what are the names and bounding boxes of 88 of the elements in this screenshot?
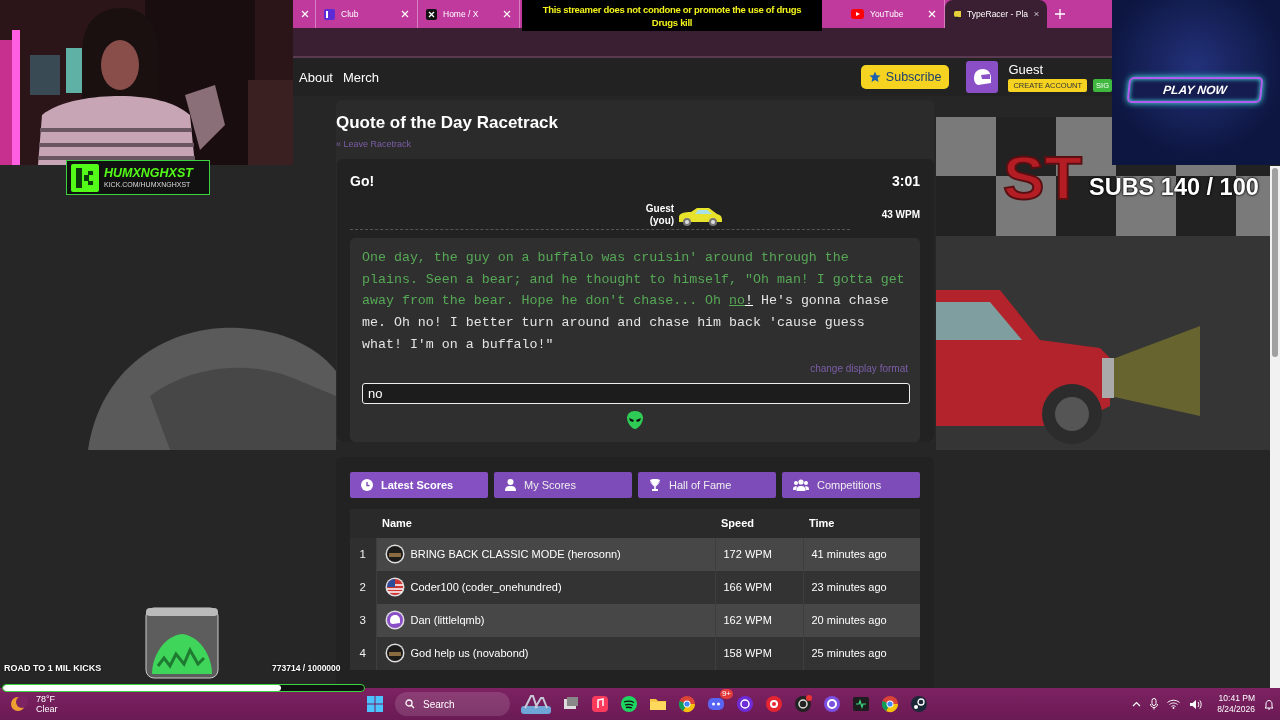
disclaimer-text: Drugs kill [651, 15, 693, 29]
quote-text: One day, the guy on a buffalo was cruisin' around through the plains. Seen a bear; and he thought to himself, "Oh man! I gotta get away from the bear. Hope he don't chase... Oh no! He's gonna chase me. Oh no! I better turn around and chase him back 'cause guess what! I'm on a buffalo!" [362, 249, 906, 354]
browser-tab[interactable]: TypeRacer - Pla [945, 0, 1047, 28]
scores-tab[interactable]: Latest Scores [350, 471, 488, 498]
play-icon [851, 9, 864, 19]
goal-count: 773714 / 1000000 [272, 663, 341, 673]
group-icon [793, 478, 809, 491]
goal-label: ROAD TO 1 MIL KICKS [4, 663, 102, 673]
sound-waves-icon[interactable] [620, 695, 638, 713]
chevron-up-icon[interactable] [1132, 701, 1142, 707]
x-mark-icon [426, 8, 437, 20]
typing-field[interactable]: no [362, 382, 910, 404]
clock-icon [361, 478, 373, 491]
flag-icon [384, 577, 405, 597]
person-icon [505, 478, 516, 491]
chat-icon[interactable] [707, 695, 725, 713]
clock[interactable]: 10:41 PM 8/24/2026 [1217, 693, 1255, 715]
terminal-icon[interactable] [852, 695, 870, 713]
time-cell: 25 minutes ago [803, 636, 920, 670]
scores-tab[interactable]: My Scores [494, 471, 632, 498]
subscribe-button[interactable]: Subscribe [860, 65, 950, 89]
race-timer: 3:01 [891, 173, 920, 189]
weather-temperature: 78°F [36, 694, 57, 704]
rank-cell: 4 [350, 636, 376, 670]
scores-tab[interactable]: Competitions [782, 471, 920, 498]
search-field[interactable]: Search [395, 692, 510, 716]
time-cell: 23 minutes ago [803, 570, 920, 604]
page-title: Quote of the Day Racetrack [336, 113, 559, 133]
player-name[interactable]: God help us (novabond) [410, 647, 529, 659]
steam-icon[interactable] [910, 695, 928, 713]
avatar-icon [384, 643, 405, 663]
avatar-icon [384, 544, 405, 564]
windows-icon[interactable] [366, 695, 384, 713]
wifi-icon[interactable] [1167, 699, 1181, 709]
bell-icon[interactable] [1264, 698, 1274, 710]
time-cell: 41 minutes ago [803, 537, 920, 571]
close-icon[interactable] [401, 10, 409, 18]
time-cell: 20 minutes ago [803, 603, 920, 637]
bridge-icon [521, 694, 551, 714]
notification-badge: 9+ [719, 689, 733, 699]
weather-icon [10, 695, 30, 713]
race-status: Go! [350, 173, 375, 189]
rank-cell: 2 [350, 570, 376, 604]
microphone-icon[interactable] [1150, 698, 1159, 710]
speed-cell: 166 WPM [715, 570, 803, 604]
square-icon [324, 8, 335, 20]
column-header: Speed [715, 508, 803, 538]
weather-condition: Clear [36, 704, 58, 714]
helmet-icon [384, 610, 405, 630]
column-header: Time [803, 508, 920, 538]
nav-link[interactable]: Merch [343, 69, 380, 85]
alien-icon [626, 409, 644, 430]
player-name[interactable]: Coder100 (coder_onehundred) [410, 581, 562, 593]
nav-link[interactable]: About [299, 69, 333, 85]
music-icon[interactable] [591, 695, 609, 713]
browser-icon[interactable] [678, 695, 696, 713]
column-header: Name [376, 508, 715, 538]
user-name: Guest [1008, 62, 1045, 77]
rank-cell: 3 [350, 603, 376, 637]
play-now-button[interactable]: PLAY NOW [1126, 77, 1264, 103]
close-icon[interactable] [928, 10, 936, 18]
clock-time: 10:41 PM [1218, 693, 1255, 704]
speaker-icon[interactable] [1189, 698, 1203, 710]
ring-icon[interactable] [823, 695, 841, 713]
trophy-icon [649, 478, 661, 491]
close-icon[interactable] [503, 10, 511, 18]
racer-speed: 43 WPM [880, 209, 920, 222]
disclaimer-text: This streamer does not condone or promote the use of drugs [542, 2, 802, 16]
speed-cell: 162 WPM [715, 603, 803, 637]
clock-date: 8/24/2026 [1217, 704, 1255, 715]
channel-name: HUMXNGHXST [104, 166, 193, 180]
browser-icon[interactable] [881, 695, 899, 713]
user-avatar[interactable] [966, 61, 999, 93]
player-name[interactable]: Dan (littlelqmb) [410, 614, 485, 626]
camera-icon[interactable] [794, 695, 812, 713]
racer-name: Guest (you) [645, 203, 675, 227]
search-icon [405, 699, 415, 709]
logo-icon [71, 163, 99, 192]
speed-cell: 158 WPM [715, 636, 803, 670]
speed-cell: 172 WPM [715, 537, 803, 571]
new-tab-icon[interactable] [1055, 9, 1065, 19]
record-icon[interactable] [765, 695, 783, 713]
helmet-icon [972, 68, 993, 86]
close-icon[interactable] [1034, 10, 1039, 18]
rank-cell: 1 [350, 537, 376, 571]
close-icon[interactable] [301, 10, 309, 18]
star-icon [868, 71, 881, 83]
scores-tab[interactable]: Hall of Fame [638, 471, 776, 498]
